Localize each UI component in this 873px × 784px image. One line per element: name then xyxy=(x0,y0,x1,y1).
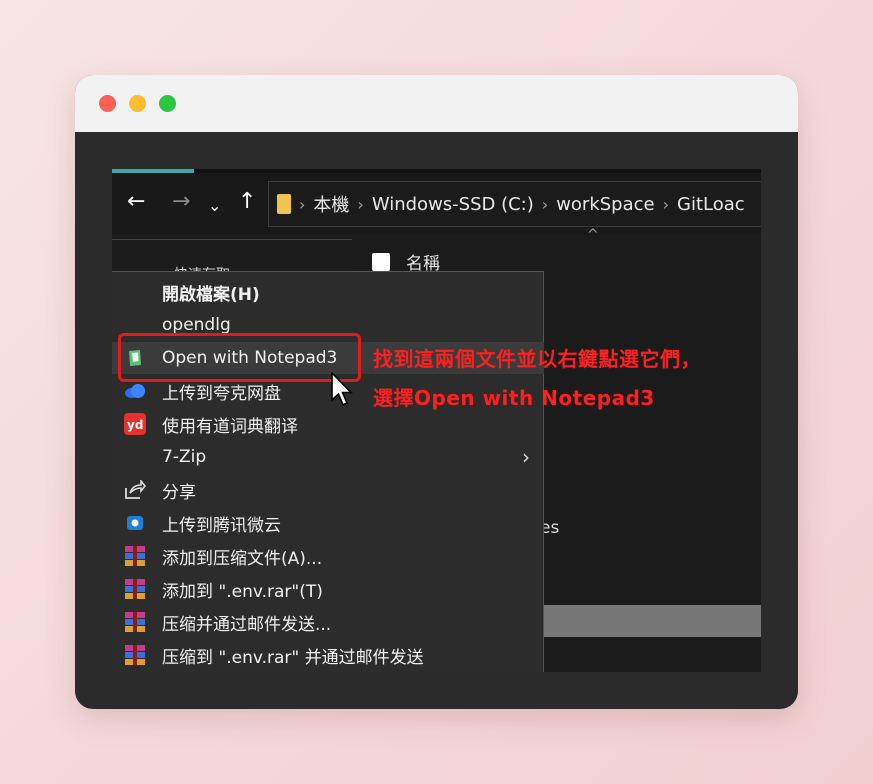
folder-icon xyxy=(277,194,291,214)
chevron-right-icon: › xyxy=(522,445,530,469)
annotation-line-1: 找到這兩個文件並以右鍵點選它們， xyxy=(373,347,701,371)
breadcrumb-item[interactable]: 本機 xyxy=(313,191,349,217)
back-arrow-icon[interactable]: ← xyxy=(127,191,145,213)
quark-cloud-icon xyxy=(124,380,146,402)
menu-item-add-to-env-rar[interactable]: 添加到 ".env.rar"(T) xyxy=(112,573,544,605)
breadcrumb-item[interactable]: workSpace xyxy=(556,194,654,215)
menu-item-upload-weiyun[interactable]: 上传到腾讯微云 xyxy=(112,507,544,539)
svg-text:yd: yd xyxy=(127,418,143,432)
menu-item-youdao-translate[interactable]: yd 使用有道词典翻译 xyxy=(112,408,544,440)
winrar-icon xyxy=(124,545,146,567)
minimize-window-button[interactable] xyxy=(129,95,146,112)
chevron-right-icon: › xyxy=(662,194,670,214)
annotation-highlight-box xyxy=(118,333,361,382)
selected-file-row[interactable] xyxy=(542,605,761,637)
context-menu: 開啟檔案(H) opendlg Open with Notepad3 上传到夸克… xyxy=(112,271,544,672)
menu-item-share[interactable]: 分享 xyxy=(112,474,544,506)
menu-item-compress-env-rar-and-email[interactable]: 压缩到 ".env.rar" 并通过邮件发送 xyxy=(112,639,544,671)
weiyun-icon xyxy=(124,512,146,534)
breadcrumb-item[interactable]: Windows-SSD (C:) xyxy=(372,194,534,215)
share-icon xyxy=(124,479,146,501)
annotation-line-2: 選擇Open with Notepad3 xyxy=(373,386,655,410)
address-bar[interactable]: › 本機 › Windows-SSD (C:) › workSpace › Gi… xyxy=(268,181,761,227)
chevron-right-icon: › xyxy=(299,194,306,214)
up-arrow-icon[interactable]: ↑ xyxy=(238,191,256,213)
breadcrumb-item[interactable]: GitLoac xyxy=(677,194,745,215)
menu-item-open-file[interactable]: 開啟檔案(H) xyxy=(112,276,544,308)
menu-item-add-to-archive[interactable]: 添加到压缩文件(A)... xyxy=(112,540,544,572)
sort-ascending-icon: ^ xyxy=(587,227,599,243)
menu-item-7zip[interactable]: 7-Zip › xyxy=(112,441,544,473)
winrar-icon xyxy=(124,578,146,600)
winrar-icon xyxy=(124,611,146,633)
chevron-right-icon: › xyxy=(541,194,549,214)
chevron-down-icon[interactable]: ⌄ xyxy=(208,195,221,217)
youdao-icon: yd xyxy=(124,413,146,435)
maximize-window-button[interactable] xyxy=(159,95,176,112)
select-all-checkbox[interactable] xyxy=(372,252,390,271)
close-window-button[interactable] xyxy=(99,95,116,112)
winrar-icon xyxy=(124,644,146,666)
file-explorer: ← → ⌄ ↑ › 本機 › Windows-SSD (C:) › workSp… xyxy=(112,169,761,672)
mouse-cursor-icon xyxy=(331,372,353,407)
menu-item-compress-and-email[interactable]: 压缩并通过邮件发送... xyxy=(112,606,544,638)
forward-arrow-icon[interactable]: → xyxy=(172,191,190,213)
window-titlebar xyxy=(75,75,798,132)
chevron-right-icon: › xyxy=(357,194,364,214)
navigation-bar: ← → ⌄ ↑ › 本機 › Windows-SSD (C:) › workSp… xyxy=(112,173,761,235)
